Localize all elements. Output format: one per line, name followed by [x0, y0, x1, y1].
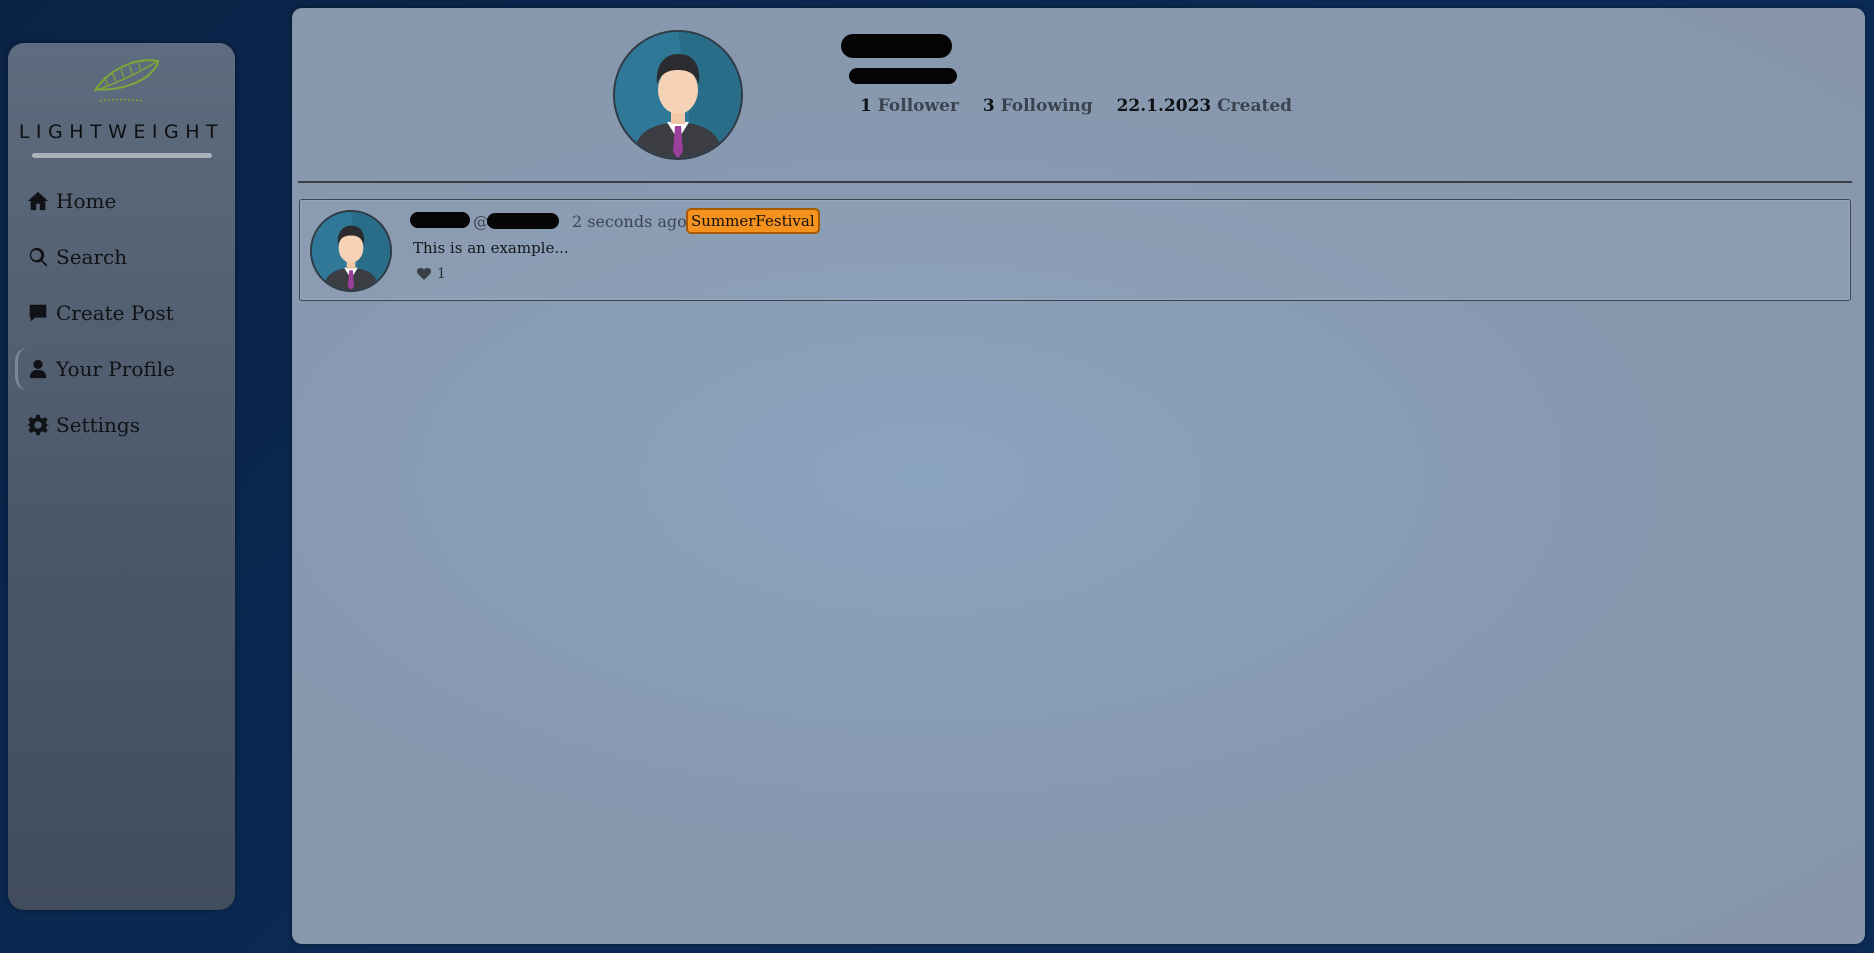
sidebar-item-label: Settings	[56, 413, 140, 437]
avatar-person-icon	[312, 212, 390, 290]
post-tag[interactable]: SummerFestival	[686, 208, 820, 234]
gear-icon	[26, 413, 50, 437]
sidebar-divider	[32, 153, 212, 158]
sidebar-item-create-post[interactable]: Create Post	[8, 285, 235, 341]
sidebar-item-search[interactable]: Search	[8, 229, 235, 285]
like-count: 1	[437, 266, 446, 282]
post-author-avatar[interactable]	[310, 210, 392, 292]
post-card[interactable]: @ 2 seconds ago SummerFestival This is a…	[299, 199, 1851, 301]
comment-icon	[26, 301, 50, 325]
search-icon	[26, 245, 50, 269]
created-stat: 22.1.2023 Created	[1116, 96, 1293, 116]
redacted-author-name	[410, 212, 470, 228]
avatar-person-icon	[615, 32, 741, 158]
post-timestamp: 2 seconds ago	[572, 212, 687, 231]
home-icon	[26, 189, 50, 213]
profile-divider	[298, 181, 1852, 183]
post-body: This is an example...	[413, 239, 569, 257]
sidebar-nav: Home Search Create Post Your Profile Set…	[8, 173, 235, 453]
sidebar-item-settings[interactable]: Settings	[8, 397, 235, 453]
like-button[interactable]: 1	[416, 266, 446, 282]
redacted-display-name	[841, 34, 952, 58]
sidebar-item-your-profile[interactable]: Your Profile	[8, 341, 235, 397]
sidebar-item-label: Search	[56, 245, 128, 269]
app-logo[interactable]: LIGHTWEIGHT	[8, 51, 235, 181]
followers-stat[interactable]: 1 Follower	[860, 96, 959, 116]
following-stat[interactable]: 3 Following	[983, 96, 1093, 116]
profile-panel: 1 Follower 3 Following 22.1.2023 Created…	[292, 8, 1865, 944]
redacted-username	[849, 68, 957, 84]
user-icon	[26, 357, 50, 381]
sidebar-item-label: Home	[56, 189, 117, 213]
sidebar-item-label: Create Post	[56, 301, 174, 325]
sidebar-item-home[interactable]: Home	[8, 173, 235, 229]
sidebar: LIGHTWEIGHT Home Search Create Post Your…	[8, 43, 235, 910]
profile-avatar	[613, 30, 743, 160]
redacted-author-handle	[487, 213, 559, 229]
sidebar-item-label: Your Profile	[56, 357, 175, 381]
brand-name: LIGHTWEIGHT	[18, 121, 225, 143]
feather-icon	[93, 59, 160, 102]
heart-icon	[417, 267, 431, 280]
profile-stats: 1 Follower 3 Following 22.1.2023 Created	[860, 96, 1310, 116]
